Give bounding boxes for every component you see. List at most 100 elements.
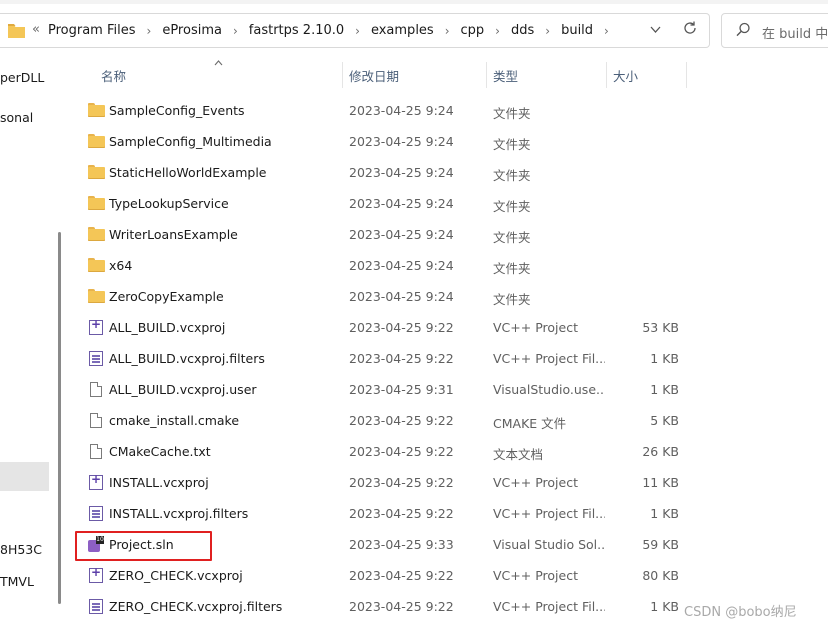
breadcrumb-item[interactable]: Program Files	[48, 23, 136, 38]
file-type: 文件夹	[493, 168, 531, 183]
folder-icon	[88, 227, 105, 241]
file-date: 2023-04-25 9:24	[349, 227, 454, 242]
vcxproj-icon	[89, 565, 103, 583]
breadcrumb-item[interactable]: fastrtps 2.10.0	[249, 23, 344, 38]
file-row[interactable]: SampleConfig_Events 2023-04-25 9:24 文件夹	[68, 96, 828, 127]
column-divider[interactable]	[486, 62, 487, 88]
column-type[interactable]: 类型	[493, 66, 518, 85]
file-row[interactable]: x64 2023-04-25 9:24 文件夹	[68, 251, 828, 282]
vcxproj-icon	[89, 472, 103, 490]
file-row[interactable]: ALL_BUILD.vcxproj 2023-04-25 9:22 VC++ Pro…	[68, 313, 828, 344]
nav-item[interactable]: TMVL	[0, 574, 34, 589]
breadcrumb-item[interactable]: build	[561, 23, 593, 38]
file-row[interactable]: SampleConfig_Multimedia 2023-04-25 9:24 文件…	[68, 127, 828, 158]
file-type: 文件夹	[493, 199, 531, 214]
file-type: 文件夹	[493, 292, 531, 307]
file-row[interactable]: INSTALL.vcxproj.filters 2023-04-25 9:22 VC…	[68, 499, 828, 530]
folder-icon	[88, 134, 105, 148]
search-icon	[736, 22, 751, 40]
chevron-right-icon[interactable]: ›	[545, 24, 550, 38]
file-name: cmake_install.cmake	[109, 413, 240, 428]
file-icon-slot	[88, 134, 105, 150]
breadcrumb-item[interactable]: eProsima	[162, 23, 222, 38]
file-date: 2023-04-25 9:31	[349, 382, 454, 397]
file-name: INSTALL.vcxproj	[109, 475, 209, 490]
file-size: 26 KB	[642, 444, 679, 459]
column-date[interactable]: 修改日期	[349, 66, 399, 85]
file-row[interactable]: INSTALL.vcxproj 2023-04-25 9:22 VC++ Proje…	[68, 468, 828, 499]
title-bar-edge	[0, 0, 828, 4]
file-type: 文本文档	[493, 447, 544, 462]
file-date: 2023-04-25 9:24	[349, 258, 454, 273]
chevron-right-icon[interactable]: ›	[233, 24, 238, 38]
file-type: VC++ Project	[493, 475, 578, 490]
breadcrumb-item[interactable]: cpp	[461, 23, 485, 38]
file-name: CMakeCache.txt	[109, 444, 211, 459]
file-icon-slot	[88, 565, 105, 584]
column-divider[interactable]	[342, 62, 343, 88]
nav-item[interactable]: sonal	[0, 110, 33, 125]
file-type: 文件夹	[493, 261, 531, 276]
breadcrumb-overflow[interactable]: «	[32, 22, 40, 37]
file-size: 59 KB	[642, 537, 679, 552]
file-size: 1 KB	[650, 351, 679, 366]
column-divider[interactable]	[606, 62, 607, 88]
file-type: VC++ Project	[493, 320, 578, 335]
file-type: VC++ Project Fil...	[493, 506, 605, 521]
address-bar[interactable]: « Program Files › eProsima › fastrtps 2.10…	[0, 13, 710, 48]
nav-item[interactable]: 8H53C	[0, 542, 42, 557]
refresh-icon[interactable]	[682, 20, 698, 40]
chevron-right-icon[interactable]: ›	[495, 24, 500, 38]
file-row[interactable]: CMakeCache.txt 2023-04-25 9:22 文本文档 26 KB	[68, 437, 828, 468]
file-icon-slot	[88, 289, 105, 305]
search-box[interactable]: 在 build 中搜	[721, 13, 828, 48]
column-name[interactable]: 名称	[101, 66, 126, 85]
file-row[interactable]: ZeroCopyExample 2023-04-25 9:24 文件夹	[68, 282, 828, 313]
chevron-right-icon[interactable]: ›	[355, 24, 360, 38]
file-name: ALL_BUILD.vcxproj.user	[109, 382, 257, 397]
chevron-right-icon[interactable]: ›	[445, 24, 450, 38]
file-size: 1 KB	[650, 506, 679, 521]
chevron-right-icon[interactable]: ›	[604, 24, 609, 38]
file-icon-slot	[88, 444, 105, 460]
file-row[interactable]: StaticHelloWorldExample 2023-04-25 9:24 文件…	[68, 158, 828, 189]
nav-item-selected[interactable]	[0, 462, 49, 491]
search-placeholder: 在 build 中搜	[762, 27, 828, 42]
file-icon	[90, 413, 102, 428]
file-row[interactable]: ALL_BUILD.vcxproj.filters 2023-04-25 9:22…	[68, 344, 828, 375]
file-row[interactable]: ALL_BUILD.vcxproj.user 2023-04-25 9:31 Vis…	[68, 375, 828, 406]
file-date: 2023-04-25 9:33	[349, 537, 454, 552]
filters-icon	[89, 506, 103, 521]
file-icon-slot	[88, 258, 105, 274]
file-size: 53 KB	[642, 320, 679, 335]
file-size: 1 KB	[650, 382, 679, 397]
nav-scrollbar[interactable]	[58, 232, 61, 604]
file-icon-slot	[88, 317, 105, 336]
folder-icon	[88, 103, 105, 117]
column-divider[interactable]	[686, 62, 687, 88]
file-icon-slot	[88, 382, 105, 398]
file-row[interactable]: TypeLookupService 2023-04-25 9:24 文件夹	[68, 189, 828, 220]
breadcrumb-item[interactable]: dds	[511, 23, 534, 38]
column-size[interactable]: 大小	[613, 66, 638, 85]
file-name: ZERO_CHECK.vcxproj.filters	[109, 599, 283, 614]
file-name: ZERO_CHECK.vcxproj	[109, 568, 243, 583]
file-row[interactable]: WriterLoansExample 2023-04-25 9:24 文件夹	[68, 220, 828, 251]
file-icon-slot	[88, 599, 105, 615]
file-date: 2023-04-25 9:22	[349, 320, 454, 335]
chevron-down-icon[interactable]	[650, 24, 661, 37]
file-icon	[90, 382, 102, 397]
breadcrumb: Program Files › eProsima › fastrtps 2.10.0…	[48, 23, 620, 38]
file-type: VC++ Project Fil...	[493, 599, 605, 614]
file-icon-slot	[88, 103, 105, 119]
breadcrumb-item[interactable]: examples	[371, 23, 434, 38]
file-name: StaticHelloWorldExample	[109, 165, 267, 180]
chevron-right-icon[interactable]: ›	[147, 24, 152, 38]
file-row[interactable]: cmake_install.cmake 2023-04-25 9:22 CMAKE …	[68, 406, 828, 437]
file-row[interactable]: ZERO_CHECK.vcxproj 2023-04-25 9:22 VC++ Pr…	[68, 561, 828, 592]
file-date: 2023-04-25 9:22	[349, 506, 454, 521]
file-size: 5 KB	[650, 413, 679, 428]
nav-item[interactable]: perDLL	[0, 70, 44, 85]
file-icon-slot	[88, 506, 105, 522]
navigation-pane: perDLL sonal 8H53C TMVL	[0, 58, 50, 628]
